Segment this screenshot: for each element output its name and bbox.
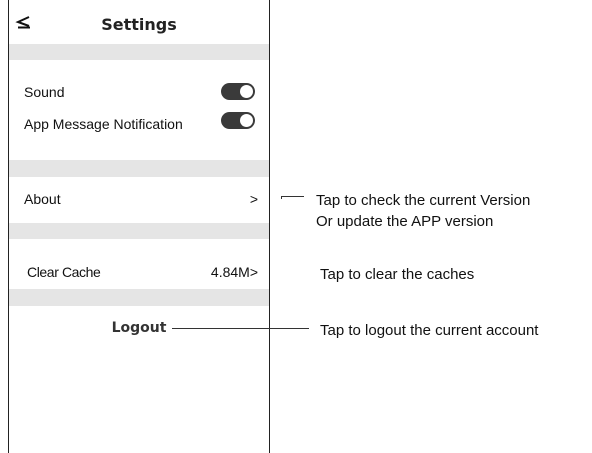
about-callout-line	[281, 196, 304, 197]
about-note-line2: Or update the APP version	[316, 213, 494, 230]
clear-cache-row[interactable]: Clear Cache 4.84M>	[9, 255, 269, 289]
section-divider	[9, 160, 269, 177]
section-divider	[9, 289, 269, 306]
cache-size-value: 4.84M>	[210, 264, 258, 280]
clear-cache-label: Clear Cache	[27, 264, 101, 280]
logout-note: Tap to logout the current account	[320, 322, 539, 339]
sound-label: Sound	[24, 84, 65, 100]
notification-row: App Message Notification	[9, 112, 269, 134]
section-divider	[9, 223, 269, 239]
section-divider	[9, 44, 269, 60]
settings-screen: Settings Sound App Message Notification …	[8, 0, 270, 453]
page-title: Settings	[101, 15, 177, 34]
header: Settings	[9, 0, 269, 44]
about-chevron: >	[249, 191, 258, 207]
logout-callout-line	[172, 328, 309, 329]
sound-row: Sound	[9, 80, 269, 102]
notification-toggle[interactable]	[221, 112, 255, 129]
about-row[interactable]: About >	[9, 177, 269, 223]
sound-toggle[interactable]	[221, 83, 255, 100]
about-label: About	[24, 191, 61, 207]
toggle-knob	[240, 85, 253, 98]
notification-label: App Message Notification	[24, 116, 183, 132]
toggle-knob	[240, 114, 253, 127]
cache-note: Tap to clear the caches	[320, 266, 475, 283]
about-note-line1: Tap to check the current Version	[316, 192, 531, 209]
